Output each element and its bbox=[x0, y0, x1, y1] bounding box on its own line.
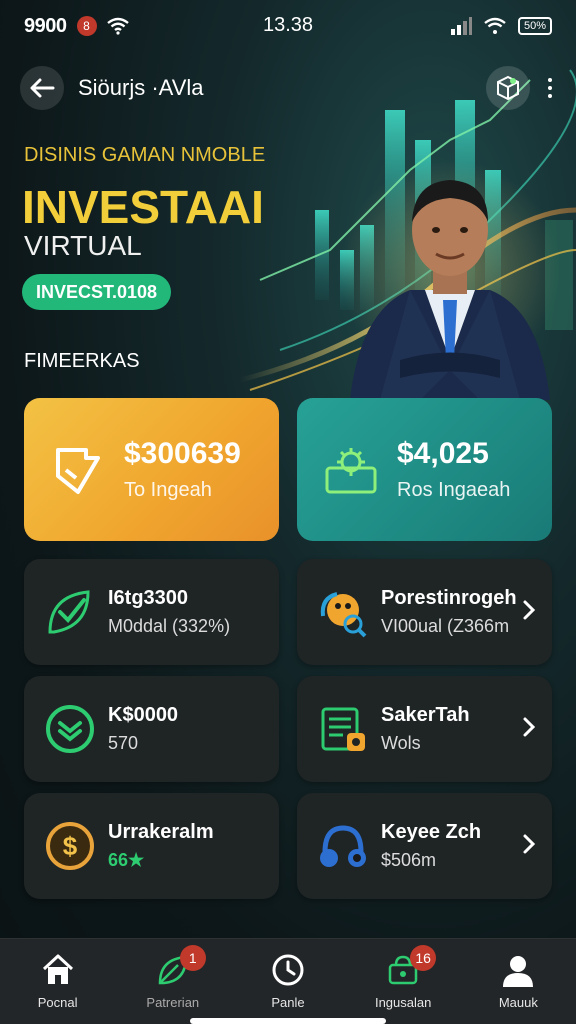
nav-item-ingusalan[interactable]: 16 Ingusalan bbox=[348, 945, 458, 1010]
presenter-photo bbox=[340, 160, 560, 400]
stat-card-secondary[interactable]: $4,025 Ros Ingaeah bbox=[297, 398, 552, 541]
tile-subtitle: 570 bbox=[108, 733, 139, 753]
dollar-circle-icon bbox=[46, 705, 94, 753]
nav-item-patrerian[interactable]: 1 Patrerian bbox=[118, 945, 228, 1010]
stat-value: $4,025 bbox=[397, 437, 489, 470]
coin-icon: $ bbox=[46, 822, 94, 870]
tile-title: Urrakeralm bbox=[108, 821, 214, 843]
more-menu-icon[interactable] bbox=[544, 74, 556, 102]
document-icon bbox=[321, 707, 365, 751]
tile-item[interactable]: $ Urrakeralm 66★ bbox=[24, 793, 279, 899]
chevron-right-icon bbox=[523, 600, 536, 620]
gear-box-icon bbox=[325, 447, 377, 493]
check-leaf-icon bbox=[48, 590, 90, 634]
tile-item[interactable]: Keyee Zch $506m bbox=[297, 793, 552, 899]
tile-title: Keyee Zch bbox=[381, 821, 482, 843]
chevron-right-icon bbox=[523, 717, 536, 737]
tile-subtitle: 66★ bbox=[108, 850, 145, 870]
nav-label: Ingusalan bbox=[374, 995, 432, 1010]
cube-icon bbox=[497, 75, 519, 101]
status-bar: 9900 8 13.38 50% bbox=[0, 0, 576, 52]
stat-card-primary[interactable]: $300639 To Ingeah bbox=[24, 398, 279, 541]
nav-label: Pocnal bbox=[37, 995, 78, 1010]
tile-item[interactable]: SakerTah Wols bbox=[297, 676, 552, 782]
cube-button[interactable] bbox=[486, 66, 530, 110]
nav-label: Mauuk bbox=[498, 995, 538, 1010]
hero-title-secondary: VIRTUAL bbox=[24, 230, 142, 261]
nav-badge: 1 bbox=[179, 945, 206, 971]
tile-item[interactable]: Porestinrogeh VI00ual (Z366m bbox=[297, 559, 552, 665]
tile-item[interactable]: K$0000 570 bbox=[24, 676, 279, 782]
svg-text:$: $ bbox=[63, 831, 78, 861]
home-icon bbox=[42, 954, 73, 984]
nav-label: Panle bbox=[271, 995, 305, 1010]
tile-title: K$0000 bbox=[108, 704, 179, 726]
headphones-icon bbox=[320, 825, 366, 867]
nav-item-home[interactable]: Pocnal bbox=[3, 953, 113, 1010]
nav-label: Patrerian bbox=[146, 995, 200, 1010]
shield-check-icon bbox=[56, 447, 100, 494]
nav-item-mauuk[interactable]: Mauuk bbox=[463, 953, 573, 1010]
chevron-right-icon bbox=[523, 834, 536, 854]
home-indicator[interactable] bbox=[190, 1018, 386, 1024]
tile-title: Porestinrogeh bbox=[381, 587, 517, 609]
hero-badge[interactable]: INVECST.0108 bbox=[22, 274, 172, 310]
tile-subtitle: M0ddal (332%) bbox=[108, 616, 231, 636]
back-button[interactable] bbox=[20, 66, 64, 110]
clock-icon bbox=[272, 954, 304, 986]
magnifier-character-icon bbox=[320, 592, 367, 638]
stat-label: Ros Ingaeah bbox=[397, 479, 511, 501]
tile-item[interactable]: I6tg3300 M0ddal (332%) bbox=[24, 559, 279, 665]
hero-title: INVESTAAI bbox=[22, 181, 264, 233]
tile-title: SakerTah bbox=[381, 704, 470, 726]
arrow-left-icon bbox=[30, 78, 55, 98]
section-label: FIMEERKAS bbox=[24, 350, 140, 372]
stat-label: To Ingeah bbox=[124, 479, 212, 501]
stat-value: $300639 bbox=[124, 437, 241, 470]
top-nav: Siöurjs ·AVla bbox=[20, 64, 556, 112]
tile-title: I6tg3300 bbox=[108, 587, 189, 609]
tile-subtitle: VI00ual (Z366m bbox=[381, 616, 510, 636]
status-time-center: 13.38 bbox=[262, 14, 314, 36]
hero-subtitle: DISINIS GAMAN NMOBLE bbox=[24, 144, 266, 166]
nav-badge: 16 bbox=[410, 945, 437, 971]
user-icon bbox=[503, 956, 534, 987]
tile-subtitle: $506m bbox=[381, 850, 437, 870]
tile-subtitle: Wols bbox=[381, 733, 421, 753]
page-title: Siöurjs ·AVla bbox=[78, 75, 204, 100]
nav-item-panle[interactable]: Panle bbox=[233, 953, 343, 1010]
bottom-nav: Pocnal 1 Patrerian Panle 16 Ingusalan Ma… bbox=[0, 938, 576, 1024]
